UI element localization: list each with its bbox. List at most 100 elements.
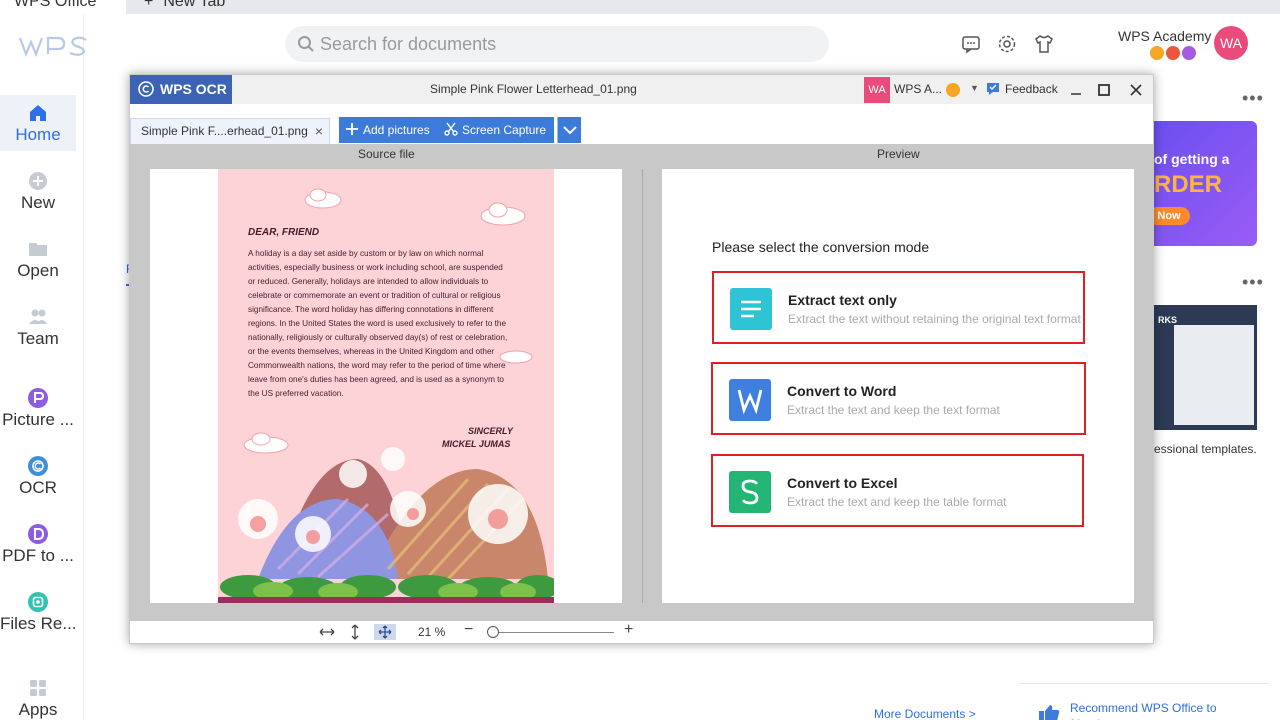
feedback-button[interactable]: Feedback bbox=[985, 81, 1058, 97]
zoom-out-button[interactable]: − bbox=[464, 621, 473, 639]
chevron-down-icon[interactable]: ▼ bbox=[970, 83, 979, 93]
folder-icon bbox=[29, 243, 47, 256]
pan-move-icon[interactable] bbox=[374, 624, 396, 640]
sidebar-item-new[interactable]: New bbox=[0, 163, 76, 219]
maximize-icon[interactable] bbox=[1093, 79, 1115, 101]
sidebar-item-pdf-to[interactable]: PDF to ... bbox=[0, 516, 76, 572]
sidebar-item-label: Apps bbox=[18, 700, 58, 719]
excel-icon bbox=[729, 471, 771, 513]
letterhead-image: DEAR, FRIEND A holiday is a day set asid… bbox=[218, 169, 554, 603]
sidebar-item-team[interactable]: Team bbox=[0, 299, 76, 355]
sidebar-item-label: Team bbox=[17, 329, 59, 348]
screen-capture-dropdown[interactable] bbox=[557, 117, 581, 143]
sidebar-item-home[interactable]: Home bbox=[0, 95, 76, 151]
letter-greeting: DEAR, FRIEND bbox=[248, 227, 320, 238]
app-name: WPS Office bbox=[14, 0, 97, 10]
minimize-icon[interactable] bbox=[1065, 79, 1087, 101]
crown-badge-icon bbox=[946, 83, 960, 97]
sidebar-item-label: OCR bbox=[19, 478, 57, 497]
dialog-titlebar: WPS OCR Simple Pink Flower Letterhead_01… bbox=[130, 75, 1153, 104]
mode-description: Extract the text and keep the table form… bbox=[787, 495, 1007, 509]
file-tab[interactable]: Simple Pink F....erhead_01.png × bbox=[130, 118, 330, 145]
zoom-level: 21 % bbox=[418, 625, 446, 639]
recommend-link[interactable]: Recommend WPS Office to friends bbox=[1070, 700, 1230, 720]
sidebar-item-label: PDF to ... bbox=[2, 546, 74, 565]
template-caption: essional templates. bbox=[1154, 442, 1257, 456]
screen-capture-label: Screen Capture bbox=[462, 123, 547, 137]
user-name[interactable]: WPS A... bbox=[894, 82, 942, 96]
sidebar-item-label: Files Re... bbox=[0, 614, 76, 633]
search-bar[interactable]: Search for documents bbox=[285, 26, 829, 62]
account-name[interactable]: WPS Academy bbox=[1118, 28, 1211, 44]
template-thumbnail-text: RKS bbox=[1158, 315, 1178, 325]
zoom-slider-thumb[interactable] bbox=[487, 626, 499, 638]
files-recovery-icon bbox=[28, 592, 48, 612]
preview-pane: Please select the conversion mode Extrac… bbox=[662, 169, 1134, 603]
zoom-slider-track[interactable] bbox=[488, 632, 614, 633]
more-options-icon[interactable]: ••• bbox=[1242, 272, 1264, 293]
new-tab-button[interactable]: + New Tab bbox=[144, 0, 225, 11]
letter-signature: MICKEL JUMAS bbox=[442, 439, 511, 449]
user-avatar[interactable]: WA bbox=[864, 77, 890, 103]
promo-button[interactable]: Now bbox=[1154, 207, 1190, 225]
ocr-brand-tab: WPS OCR bbox=[130, 75, 232, 104]
diamond-badge-icon bbox=[1182, 46, 1196, 60]
search-input[interactable]: Search for documents bbox=[320, 34, 496, 55]
dialog-title: Simple Pink Flower Letterhead_01.png bbox=[430, 82, 637, 96]
more-documents-link[interactable]: More Documents > bbox=[874, 707, 976, 720]
fit-width-icon[interactable] bbox=[318, 624, 336, 640]
word-icon bbox=[729, 379, 771, 421]
zoom-in-button[interactable]: + bbox=[624, 621, 633, 639]
divider bbox=[1020, 683, 1268, 684]
sidebar-item-label: Home bbox=[15, 125, 61, 144]
close-icon[interactable] bbox=[1125, 79, 1147, 101]
letter-sign-off: SINCERLY bbox=[468, 426, 513, 436]
ocr-dialog: WPS OCR Simple Pink Flower Letterhead_01… bbox=[129, 74, 1154, 644]
sidebar-item-ocr[interactable]: OCR bbox=[0, 448, 76, 504]
feedback-label: Feedback bbox=[1005, 82, 1058, 96]
sidebar-item-label: New bbox=[20, 193, 55, 212]
source-file-pane[interactable]: DEAR, FRIEND A holiday is a day set asid… bbox=[150, 169, 622, 603]
scissors-icon bbox=[444, 122, 458, 136]
crown-badge-icon bbox=[1150, 46, 1164, 60]
promo-banner[interactable]: of getting a RDER Now bbox=[1154, 121, 1257, 246]
convert-to-excel-option[interactable]: Convert to Excel Extract the text and ke… bbox=[711, 454, 1084, 527]
promo-headline: RDER bbox=[1154, 171, 1223, 198]
skin-shirt-icon[interactable] bbox=[1034, 34, 1054, 54]
mode-title: Convert to Excel bbox=[787, 475, 898, 491]
plus-icon bbox=[346, 123, 358, 135]
add-pictures-button[interactable]: Add pictures bbox=[339, 117, 438, 143]
search-icon bbox=[298, 36, 314, 52]
message-icon[interactable] bbox=[961, 34, 981, 54]
new-tab-label: New Tab bbox=[163, 0, 226, 10]
sidebar: Home New Open Team Picture ... OCR PDF t… bbox=[0, 14, 87, 720]
screen-capture-button[interactable]: Screen Capture bbox=[438, 117, 555, 143]
gear-icon[interactable] bbox=[997, 34, 1017, 54]
pdf-icon bbox=[28, 524, 48, 544]
sidebar-item-files-recovery[interactable]: Files Re... bbox=[0, 584, 76, 640]
template-thumbnail[interactable]: RKS bbox=[1154, 305, 1257, 430]
close-tab-icon[interactable]: × bbox=[315, 123, 323, 139]
dialog-toolbar: Simple Pink F....erhead_01.png × Add pic… bbox=[130, 104, 1153, 145]
mode-description: Extract the text without retaining the o… bbox=[788, 312, 1081, 326]
avatar[interactable]: WA bbox=[1214, 26, 1248, 60]
ocr-brand-label: WPS OCR bbox=[160, 81, 227, 97]
convert-to-word-option[interactable]: Convert to Word Extract the text and kee… bbox=[711, 362, 1086, 435]
member-badges bbox=[1150, 46, 1198, 65]
sidebar-item-open[interactable]: Open bbox=[0, 231, 76, 287]
tab-strip: + New Tab bbox=[126, 0, 1280, 14]
feedback-icon bbox=[987, 83, 999, 95]
extract-text-only-option[interactable]: Extract text only Extract the text witho… bbox=[712, 271, 1085, 344]
sidebar-item-label: Picture ... bbox=[2, 410, 74, 429]
sidebar-item-apps[interactable]: Apps bbox=[0, 670, 76, 720]
more-options-icon[interactable]: ••• bbox=[1242, 88, 1264, 109]
promo-text: of getting a bbox=[1154, 151, 1230, 167]
mode-title: Extract text only bbox=[788, 292, 897, 308]
pane-divider[interactable] bbox=[642, 169, 643, 603]
letter-body: A holiday is a day set aside by custom o… bbox=[248, 249, 508, 398]
ocr-logo-icon bbox=[138, 81, 154, 97]
apps-icon bbox=[30, 680, 46, 696]
fit-height-icon[interactable] bbox=[346, 624, 364, 640]
sidebar-item-picture[interactable]: Picture ... bbox=[0, 380, 76, 436]
pro-badge-icon bbox=[1166, 46, 1180, 60]
